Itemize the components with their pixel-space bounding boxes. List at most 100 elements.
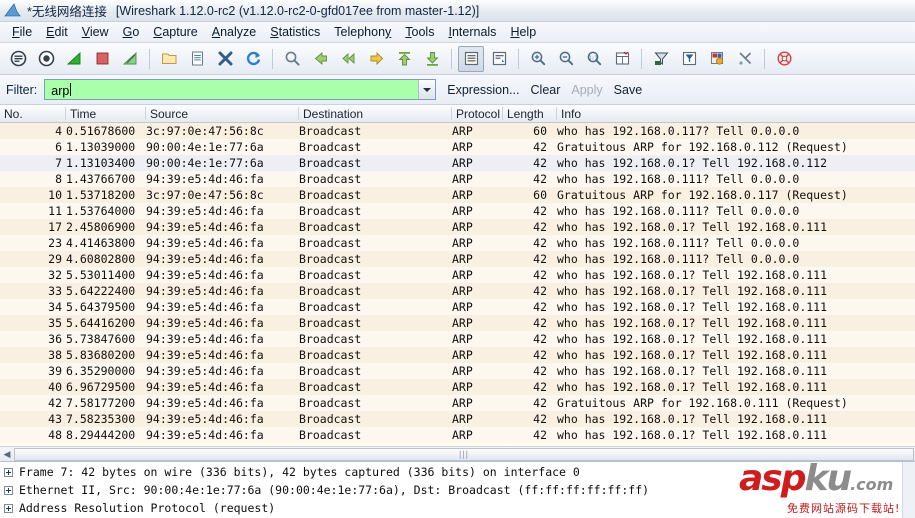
detail-row-arp[interactable]: Address Resolution Protocol (request) [0, 499, 915, 517]
menu-item-file[interactable]: File [5, 23, 39, 41]
table-row[interactable]: 10 1.53718200 3c:97:0e:47:56:8c Broadcast AR… [0, 187, 915, 203]
reload-icon[interactable] [240, 46, 266, 72]
expand-plus-icon[interactable] [4, 467, 13, 477]
menu-item-edit[interactable]: Edit [39, 23, 75, 41]
packet-length: 42 [533, 412, 547, 426]
zoom-out-icon[interactable] [553, 46, 579, 72]
table-row[interactable]: 39 6.35290000 94:39:e5:4d:46:fa Broadcast AR… [0, 363, 915, 379]
expand-plus-icon[interactable] [4, 503, 13, 513]
menu-item-help[interactable]: Help [503, 23, 543, 41]
packet-protocol: ARP [452, 412, 473, 426]
table-row[interactable]: 48 8.29444200 94:39:e5:4d:46:fa Broadcast AR… [0, 427, 915, 443]
display-filters-icon[interactable] [676, 46, 702, 72]
go-forward-icon[interactable] [335, 46, 361, 72]
zoom-reset-icon[interactable]: 1:1 [581, 46, 607, 72]
menu-item-internals[interactable]: Internals [441, 23, 503, 41]
table-row[interactable]: 23 4.41463800 94:39:e5:4d:46:fa Broadcast AR… [0, 235, 915, 251]
column-header-length[interactable]: Length [503, 106, 557, 122]
menu-item-view[interactable]: View [75, 23, 116, 41]
packet-list[interactable]: 4 0.51678600 3c:97:0e:47:56:8c Broadcast ARP… [0, 123, 915, 462]
packet-destination: Broadcast [299, 316, 362, 330]
scrollbar-track[interactable]: ||| [14, 447, 914, 461]
packet-time: 4.60802800 [66, 252, 136, 266]
find-packet-icon[interactable] [279, 46, 305, 72]
column-header-info[interactable]: Info [557, 106, 581, 122]
go-back-icon[interactable] [307, 46, 333, 72]
scroll-left-arrow-icon[interactable]: ◀ [0, 448, 14, 461]
table-row[interactable]: 7 1.13103400 90:00:4e:1e:77:6a Broadcast ARP… [0, 155, 915, 171]
filter-input-text-area[interactable]: arp [45, 80, 419, 99]
start-capture-icon[interactable] [61, 46, 87, 72]
table-row[interactable]: 35 5.64416200 94:39:e5:4d:46:fa Broadcast AR… [0, 315, 915, 331]
column-header-no[interactable]: No. [0, 106, 66, 122]
scrollbar-thumb[interactable]: ||| [14, 447, 914, 461]
table-row[interactable]: 17 2.45806900 94:39:e5:4d:46:fa Broadcast AR… [0, 219, 915, 235]
go-to-first-packet-icon[interactable] [391, 46, 417, 72]
menu-item-tools[interactable]: Tools [398, 23, 441, 41]
colorize-packet-list-icon[interactable] [458, 45, 484, 72]
column-header-source[interactable]: Source [146, 106, 299, 122]
column-header-time[interactable]: Time [66, 106, 146, 122]
table-row[interactable]: 36 5.73847600 94:39:e5:4d:46:fa Broadcast AR… [0, 331, 915, 347]
filter-input[interactable]: arp [44, 79, 437, 100]
packet-info: who has 192.168.0.111? Tell 0.0.0.0 [557, 204, 800, 218]
detail-row-frame[interactable]: Frame 7: 42 bytes on wire (336 bits), 42… [0, 463, 915, 481]
filter-dropdown-button[interactable] [418, 80, 436, 99]
capture-filters-icon[interactable] [648, 46, 674, 72]
packet-no: 8 [55, 172, 62, 186]
save-filter-button[interactable]: Save [614, 83, 643, 97]
column-header-destination[interactable]: Destination [299, 106, 452, 122]
help-icon[interactable] [771, 46, 797, 72]
packet-no: 11 [48, 204, 62, 218]
table-row[interactable]: 43 7.58235300 94:39:e5:4d:46:fa Broadcast AR… [0, 411, 915, 427]
packet-protocol: ARP [452, 140, 473, 154]
table-row[interactable]: 34 5.64379500 94:39:e5:4d:46:fa Broadcast AR… [0, 299, 915, 315]
go-to-packet-icon[interactable] [363, 46, 389, 72]
coloring-rules-icon[interactable] [704, 46, 730, 72]
clear-filter-button[interactable]: Clear [531, 83, 561, 97]
packet-rows-container: 4 0.51678600 3c:97:0e:47:56:8c Broadcast ARP… [0, 123, 915, 443]
capture-options-icon[interactable] [33, 46, 59, 72]
filter-bar: Filter: arp Expression... Clear Apply Sa… [0, 75, 915, 105]
menu-item-statistics[interactable]: Statistics [263, 23, 327, 41]
menu-item-analyze[interactable]: Analyze [205, 23, 263, 41]
details-vertical-scrollbar[interactable] [902, 462, 915, 518]
menu-item-telephony[interactable]: Telephony [327, 23, 398, 41]
packet-length: 60 [533, 124, 547, 138]
save-file-icon[interactable] [184, 46, 210, 72]
toolbar-separator [149, 48, 150, 69]
packet-source: 3c:97:0e:47:56:8c [146, 188, 264, 202]
table-row[interactable]: 6 1.13039000 90:00:4e:1e:77:6a Broadcast ARP… [0, 139, 915, 155]
interfaces-icon[interactable] [5, 46, 31, 72]
menu-item-capture[interactable]: Capture [146, 23, 204, 41]
table-row[interactable]: 4 0.51678600 3c:97:0e:47:56:8c Broadcast ARP… [0, 123, 915, 139]
table-row[interactable]: 8 1.43766700 94:39:e5:4d:46:fa Broadcast ARP… [0, 171, 915, 187]
table-row[interactable]: 11 1.53764000 94:39:e5:4d:46:fa Broadcast AR… [0, 203, 915, 219]
packet-length: 42 [533, 140, 547, 154]
auto-scroll-live-capture-icon[interactable] [486, 46, 512, 72]
table-row[interactable]: 40 6.96729500 94:39:e5:4d:46:fa Broadcast AR… [0, 379, 915, 395]
apply-filter-button[interactable]: Apply [571, 83, 602, 97]
stop-capture-icon[interactable] [89, 46, 115, 72]
open-file-icon[interactable] [156, 46, 182, 72]
table-row[interactable]: 32 5.53011400 94:39:e5:4d:46:fa Broadcast AR… [0, 267, 915, 283]
packet-time: 7.58177200 [66, 396, 136, 410]
table-row[interactable]: 33 5.64222400 94:39:e5:4d:46:fa Broadcast AR… [0, 283, 915, 299]
preferences-icon[interactable] [732, 46, 758, 72]
packet-source: 94:39:e5:4d:46:fa [146, 428, 264, 442]
expression-button[interactable]: Expression... [447, 83, 519, 97]
zoom-in-icon[interactable] [525, 46, 551, 72]
go-to-last-packet-icon[interactable] [419, 46, 445, 72]
table-row[interactable]: 42 7.58177200 94:39:e5:4d:46:fa Broadcast AR… [0, 395, 915, 411]
detail-row-ethernet[interactable]: Ethernet II, Src: 90:00:4e:1e:77:6a (90:… [0, 481, 915, 499]
table-row[interactable]: 29 4.60802800 94:39:e5:4d:46:fa Broadcast AR… [0, 251, 915, 267]
expand-plus-icon[interactable] [4, 485, 13, 495]
packet-details-pane[interactable]: Frame 7: 42 bytes on wire (336 bits), 42… [0, 462, 915, 518]
table-row[interactable]: 38 5.83680200 94:39:e5:4d:46:fa Broadcast AR… [0, 347, 915, 363]
menu-item-go[interactable]: Go [116, 23, 147, 41]
restart-capture-icon[interactable] [117, 46, 143, 72]
column-header-protocol[interactable]: Protocol [452, 106, 503, 122]
resize-columns-icon[interactable] [609, 46, 635, 72]
packet-list-horizontal-scrollbar[interactable]: ◀ ||| [0, 446, 915, 461]
close-file-icon[interactable] [212, 46, 238, 72]
